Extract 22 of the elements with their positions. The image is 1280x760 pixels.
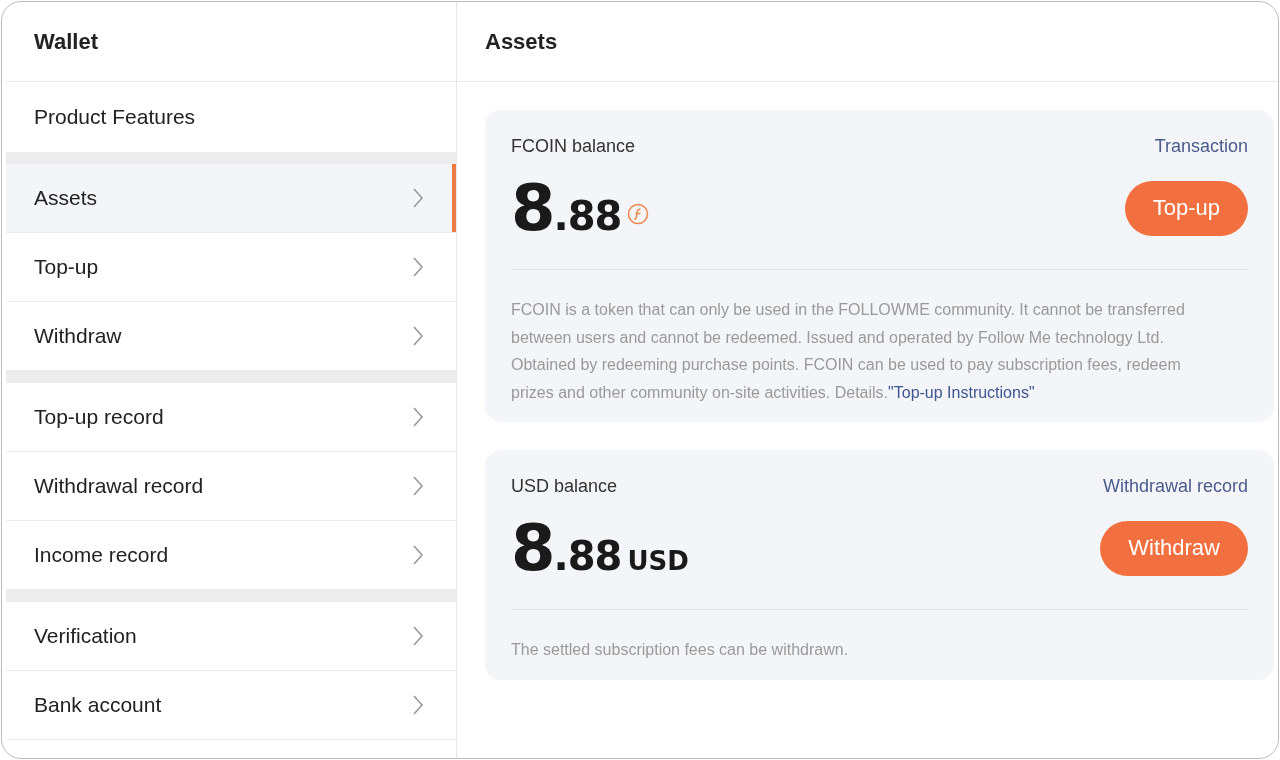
balance-label: FCOIN balance — [511, 136, 636, 157]
chevron-right-icon — [412, 694, 424, 716]
sidebar-item[interactable]: Assets — [6, 164, 456, 233]
chevron-right-icon — [412, 187, 424, 209]
chevron-right-icon — [412, 406, 424, 428]
coin-icon — [627, 203, 650, 225]
chevron-right-icon — [412, 625, 424, 647]
balance-description: FCOIN is a token that can only be used in the FOLLOWME community. It cannot be transferred between users and cannot be redeemed. Issued and operated by Follow Me technology Ltd. Obtained by redeeming purchase points. FCOIN can be used to pay subscription fees, redeem prizes and other community on-site activities. Details."Top-up Instructions" — [511, 300, 1186, 403]
chevron-right-icon — [412, 256, 424, 278]
history-link[interactable]: Withdrawal record — [1102, 476, 1248, 497]
balance-amount: 8.88 — [511, 171, 622, 245]
chevron-right-icon — [412, 544, 424, 566]
balance-description: The settled subscription fees can be withdrawn. — [511, 640, 850, 660]
account-name: Product Features — [34, 105, 196, 129]
balance-label: USD balance — [511, 476, 618, 497]
sidebar-title: Wallet — [34, 28, 98, 55]
instructions-link[interactable]: "Top-up Instructions" — [888, 383, 1035, 401]
page-title: Assets — [485, 28, 558, 55]
chevron-right-icon — [412, 475, 424, 497]
chevron-right-icon — [412, 325, 424, 347]
balance-amount: 8.88 USD — [511, 511, 689, 585]
history-link[interactable]: Transaction — [1154, 136, 1248, 157]
